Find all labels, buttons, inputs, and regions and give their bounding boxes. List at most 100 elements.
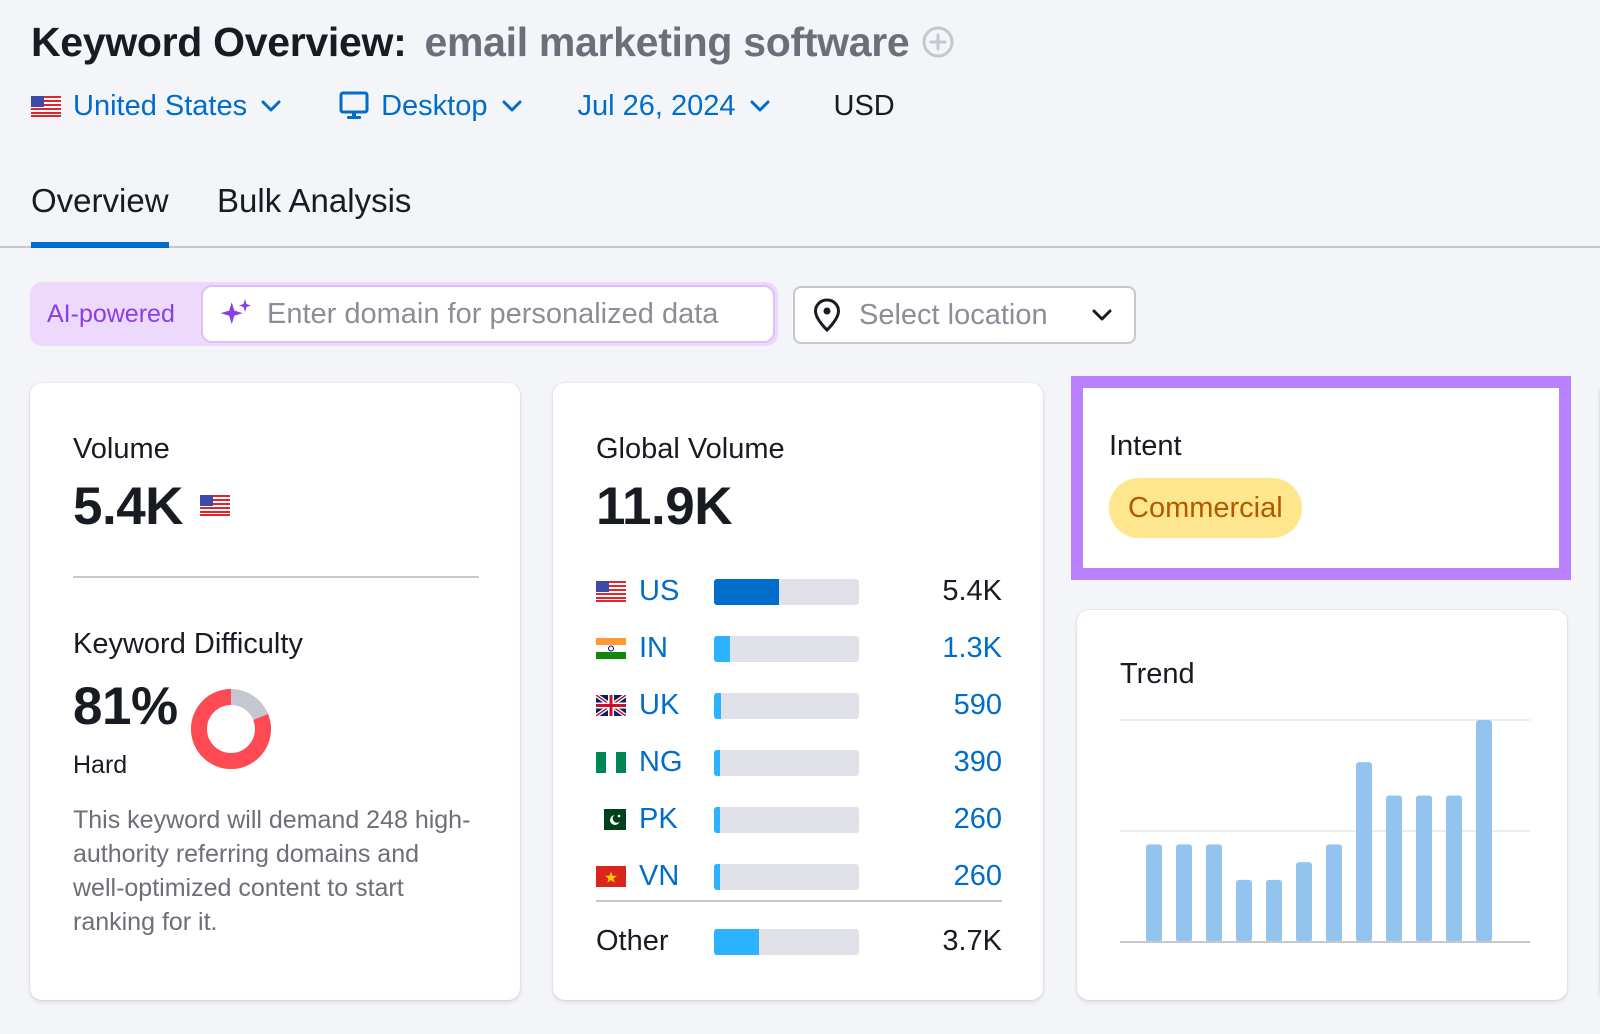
chevron-down-icon — [750, 100, 770, 112]
volume-share-fill — [714, 749, 720, 776]
volume-share-bar — [714, 749, 859, 776]
ai-powered-label: AI-powered — [47, 299, 175, 328]
nigeria-flag-icon — [596, 752, 626, 773]
trend-bar-3[interactable] — [1206, 844, 1222, 942]
volume-share-bar — [714, 863, 859, 890]
volume-share-fill — [714, 863, 720, 890]
intent-label: Intent — [1109, 430, 1182, 462]
country-code[interactable]: US — [639, 575, 711, 608]
date-label: Jul 26, 2024 — [577, 89, 736, 122]
trend-bar-12[interactable] — [1476, 720, 1492, 942]
volume-share-fill — [714, 928, 759, 955]
country-volume[interactable]: 390 — [954, 746, 1002, 779]
trend-bar-chart — [1120, 719, 1530, 943]
volume-share-fill — [714, 692, 722, 719]
country-volume[interactable]: 260 — [954, 860, 1002, 893]
country-row-pk: PK 260 — [596, 791, 1002, 848]
desktop-icon — [339, 91, 369, 119]
intent-badge: Commercial — [1109, 478, 1302, 538]
volume-share-fill — [714, 806, 720, 833]
difficulty-level: Hard — [73, 751, 128, 779]
trend-bar-4[interactable] — [1236, 879, 1252, 942]
trend-bar-11[interactable] — [1446, 795, 1462, 942]
country-code[interactable]: VN — [639, 860, 711, 893]
keyword-overview-page: Keyword Overview: email marketing softwa… — [0, 0, 1600, 1034]
country-volume[interactable]: 1.3K — [942, 632, 1002, 665]
country-row-uk: UK 590 — [596, 677, 1002, 734]
filters-bar: United States Desktop Jul 26, 2024 USD — [31, 86, 895, 126]
trend-bar-7[interactable] — [1326, 844, 1342, 942]
volume-value: 5.4K — [73, 477, 183, 536]
trend-bar-10[interactable] — [1416, 795, 1432, 942]
country-volume: 5.4K — [942, 575, 1002, 607]
global-volume-card: Global Volume 11.9K US 5.4K IN 1.3K UK 5… — [553, 383, 1043, 1000]
sparkle-icon — [220, 299, 251, 325]
location-select[interactable]: Select location — [793, 286, 1136, 344]
trend-bar-5[interactable] — [1266, 879, 1282, 942]
india-flag-icon — [596, 638, 626, 659]
keyword-difficulty-label: Keyword Difficulty — [73, 628, 303, 660]
tab-overview[interactable]: Overview — [31, 182, 169, 248]
country-row-ng: NG 390 — [596, 734, 1002, 791]
trend-bar-1[interactable] — [1146, 844, 1162, 942]
volume-share-bar — [714, 692, 859, 719]
country-row-in: IN 1.3K — [596, 620, 1002, 677]
tab-bar: Overview Bulk Analysis — [0, 168, 1600, 248]
divider — [73, 576, 479, 578]
chevron-down-icon — [1092, 309, 1112, 321]
country-code[interactable]: IN — [639, 632, 711, 665]
volume-share-bar — [714, 635, 859, 662]
divider — [596, 900, 1002, 902]
country-code[interactable]: PK — [639, 803, 711, 836]
page-title: Keyword Overview: — [31, 18, 407, 65]
ai-domain-search: AI-powered — [30, 282, 778, 346]
keyword-difficulty-value: 81% — [73, 677, 178, 736]
country-volume[interactable]: 590 — [954, 689, 1002, 722]
tab-bulk-analysis[interactable]: Bulk Analysis — [217, 182, 411, 244]
volume-share-fill — [714, 635, 730, 662]
country-code[interactable]: NG — [639, 746, 711, 779]
chevron-down-icon — [261, 100, 281, 112]
date-dropdown[interactable]: Jul 26, 2024 — [578, 90, 770, 123]
pakistan-flag-icon — [596, 809, 626, 830]
chevron-down-icon — [502, 100, 521, 112]
currency-label: USD — [833, 89, 895, 122]
difficulty-description: This keyword will demand 248 high-author… — [73, 806, 471, 936]
volume-share-bar — [714, 928, 859, 955]
country-volume-list: US 5.4K IN 1.3K UK 590 NG 390 PK 260 VN … — [596, 563, 1002, 905]
trend-bar-2[interactable] — [1176, 844, 1192, 942]
trend-bar-6[interactable] — [1296, 862, 1312, 942]
keyword-text: email marketing software — [424, 18, 910, 65]
global-volume-value: 11.9K — [596, 477, 733, 536]
uk-flag-icon — [596, 695, 626, 716]
location-placeholder: Select location — [859, 298, 1048, 331]
location-pin-icon — [813, 298, 841, 332]
trend-bar-8[interactable] — [1356, 762, 1372, 942]
trend-label: Trend — [1120, 658, 1195, 690]
other-volume: 3.7K — [942, 925, 1002, 957]
country-label: United States — [73, 89, 248, 122]
volume-share-bar — [714, 806, 859, 833]
device-label: Desktop — [381, 89, 488, 122]
country-row-other: Other 3.7K — [596, 913, 1002, 970]
other-label: Other — [596, 925, 669, 957]
country-row-vn: VN 260 — [596, 848, 1002, 905]
us-flag-icon — [596, 581, 626, 602]
intent-card: Intent Commercial — [1071, 376, 1571, 580]
country-volume[interactable]: 260 — [954, 803, 1002, 836]
device-dropdown[interactable]: Desktop — [339, 90, 521, 123]
plus-circle-icon[interactable] — [921, 25, 955, 59]
domain-input[interactable] — [267, 297, 757, 331]
country-code[interactable]: UK — [639, 689, 711, 722]
volume-card: Volume 5.4K Keyword Difficulty 81% Hard … — [30, 383, 520, 1000]
page-header: Keyword Overview: email marketing softwa… — [31, 14, 955, 70]
difficulty-donut-chart — [191, 689, 271, 769]
vietnam-flag-icon — [596, 866, 626, 887]
trend-bar-9[interactable] — [1386, 795, 1402, 942]
us-flag-icon — [31, 95, 61, 117]
country-dropdown[interactable]: United States — [31, 90, 281, 123]
domain-input-wrapper[interactable] — [201, 285, 775, 343]
country-row-us: US 5.4K — [596, 563, 1002, 620]
global-volume-label: Global Volume — [596, 433, 785, 465]
volume-share-fill — [714, 578, 780, 605]
